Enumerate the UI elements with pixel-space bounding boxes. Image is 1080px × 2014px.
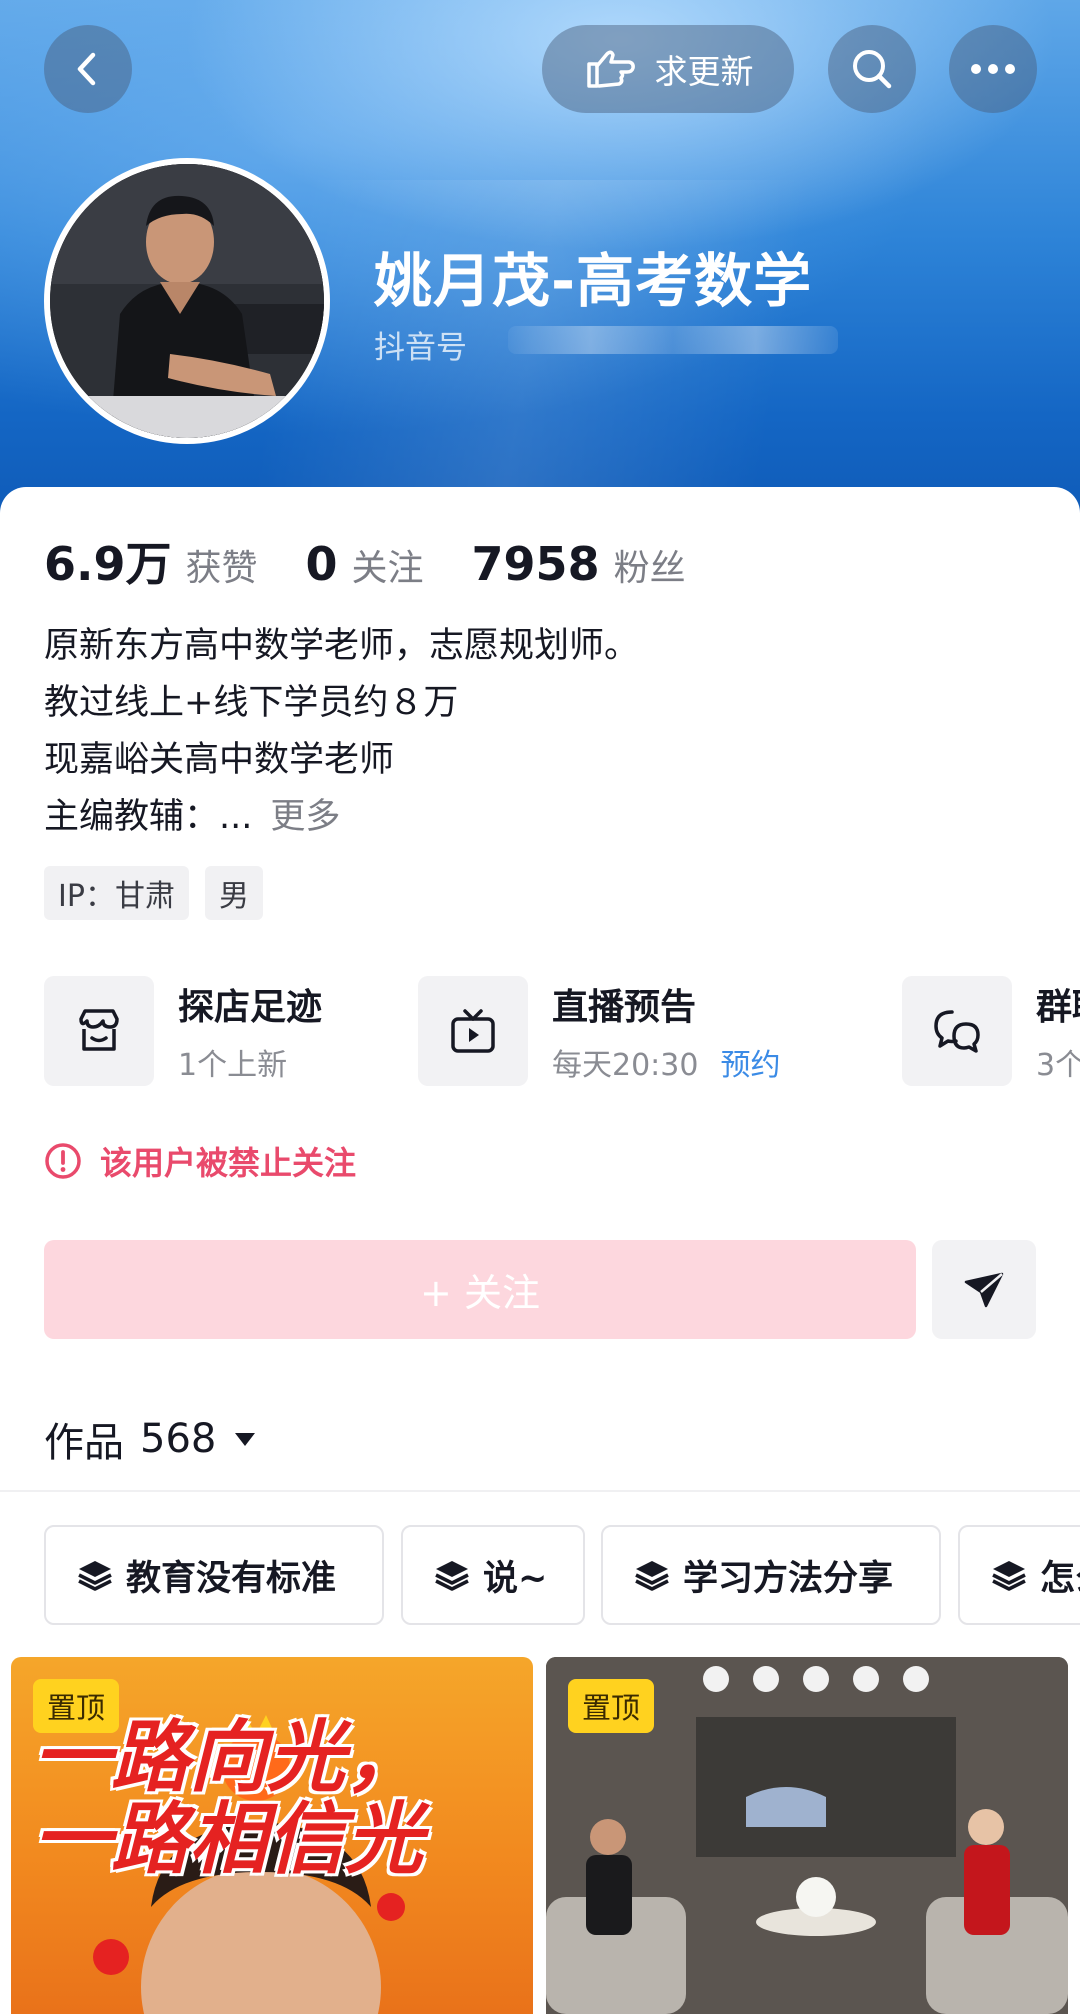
feature-title: 探店足迹 <box>178 987 323 1028</box>
bio-line-last: 主编教辅：... 更多 <box>44 789 639 846</box>
layers-icon <box>435 1561 469 1591</box>
cover-title-line: 一路相信光 <box>33 1795 424 1885</box>
feature-live-preview[interactable]: 直播预告 每天20:30 预约 <box>418 976 780 1086</box>
follow-banned-notice: 该用户被禁止关注 <box>44 1138 356 1184</box>
douyin-id-redacted <box>508 326 838 354</box>
works-label: 作品 <box>44 1420 124 1466</box>
feature-subtitle: 每天20:30 <box>552 1048 699 1083</box>
request-update-button[interactable]: 求更新 <box>542 25 794 113</box>
request-update-label: 求更新 <box>654 52 754 91</box>
stat-value: 6.9万 <box>44 537 172 591</box>
feature-subtitle-row: 每天20:30 预约 <box>552 1040 780 1084</box>
avatar[interactable] <box>44 158 330 444</box>
collection-chip[interactable]: 学习方法分享 <box>601 1525 941 1625</box>
more-button[interactable] <box>949 25 1037 113</box>
bio-line: 现嘉峪关高中数学老师 <box>44 740 395 780</box>
works-tab[interactable]: 作品 568 <box>44 1410 258 1468</box>
collections-row: 教育没有标准 说~ 学习方法分享 怎么 <box>44 1525 1080 1625</box>
feature-store-visits[interactable]: 探店足迹 1个上新 <box>44 976 322 1086</box>
paper-plane-icon <box>964 1272 1004 1307</box>
section-divider <box>0 1490 1080 1492</box>
pointing-hand-icon <box>586 50 635 88</box>
caret-down-icon <box>235 1433 256 1446</box>
bio: 原新东方高中数学老师，志愿规划师。 教过线上+线下学员约８万 现嘉峪关高中数学老… <box>44 618 639 846</box>
feature-subtitle: 3个 <box>1036 1048 1080 1083</box>
chevron-left-icon <box>77 52 96 86</box>
layers-icon <box>992 1561 1026 1591</box>
stats-row: 6.9万 获赞 0 关注 7958 粉丝 <box>44 528 734 594</box>
video-card[interactable]: 一路向光， 一路相信光 置顶 <box>11 1657 533 2014</box>
feature-cards: 探店足迹 1个上新 直播预告 每天20:30 预约 群聊 3个 <box>44 976 1080 1086</box>
layers-icon <box>635 1561 669 1591</box>
bio-line: 教过线上+线下学员约８万 <box>44 683 459 723</box>
feature-group-chat[interactable]: 群聊 3个 <box>902 976 1080 1086</box>
pinned-badge: 置顶 <box>33 1679 120 1733</box>
follow-button[interactable]: + 关注 <box>44 1240 916 1339</box>
profile-name: 姚月茂-高考数学 <box>374 247 813 315</box>
warning-text: 该用户被禁止关注 <box>100 1144 357 1182</box>
reserve-link[interactable]: 预约 <box>720 1048 780 1083</box>
feature-icon-box <box>418 976 528 1086</box>
collection-label: 说~ <box>483 1558 548 1599</box>
alert-circle-icon <box>45 1143 81 1179</box>
search-icon <box>853 50 892 89</box>
douyin-id-label: 抖音号 <box>374 330 467 366</box>
send-message-button[interactable] <box>932 1240 1036 1339</box>
stat-label: 获赞 <box>185 548 258 589</box>
feature-title: 群聊 <box>1036 987 1080 1028</box>
collection-label: 教育没有标准 <box>126 1558 337 1599</box>
works-count: 568 <box>140 1416 217 1462</box>
collection-chip[interactable]: 怎么 <box>958 1525 1080 1625</box>
bio-line: 主编教辅：... <box>44 797 253 837</box>
stat-label: 粉丝 <box>613 548 686 589</box>
bio-more-link[interactable]: 更多 <box>270 797 340 837</box>
avatar-photo <box>50 164 324 438</box>
video-card[interactable]: 置顶 <box>546 1657 1068 2014</box>
collection-chip[interactable]: 说~ <box>401 1525 585 1625</box>
profile-tags: IP：甘肃 男 <box>44 866 263 920</box>
back-button[interactable] <box>44 25 132 113</box>
feature-icon-box <box>44 976 154 1086</box>
stat-label: 关注 <box>351 548 424 589</box>
stat-following[interactable]: 0 关注 <box>306 537 424 591</box>
feature-icon-box <box>902 976 1012 1086</box>
ip-location-tag: IP：甘肃 <box>44 866 189 920</box>
feature-title: 直播预告 <box>552 987 697 1028</box>
stat-value: 7958 <box>471 537 600 591</box>
stat-followers[interactable]: 7958 粉丝 <box>472 537 686 591</box>
layers-icon <box>78 1561 112 1591</box>
search-button[interactable] <box>828 25 916 113</box>
store-icon <box>79 1009 119 1051</box>
stat-likes[interactable]: 6.9万 获赞 <box>44 528 258 594</box>
feature-subtitle: 1个上新 <box>178 1048 288 1083</box>
gender-tag: 男 <box>204 866 263 920</box>
bio-line: 原新东方高中数学老师，志愿规划师。 <box>44 626 640 666</box>
more-dots-icon <box>971 64 1015 74</box>
pinned-badge: 置顶 <box>568 1679 655 1733</box>
collection-chip[interactable]: 教育没有标准 <box>44 1525 384 1625</box>
collection-label: 学习方法分享 <box>683 1558 894 1599</box>
chat-icon <box>934 1010 980 1053</box>
stat-value: 0 <box>305 537 338 591</box>
tv-icon <box>451 1009 495 1053</box>
collection-label: 怎么 <box>1040 1558 1080 1599</box>
